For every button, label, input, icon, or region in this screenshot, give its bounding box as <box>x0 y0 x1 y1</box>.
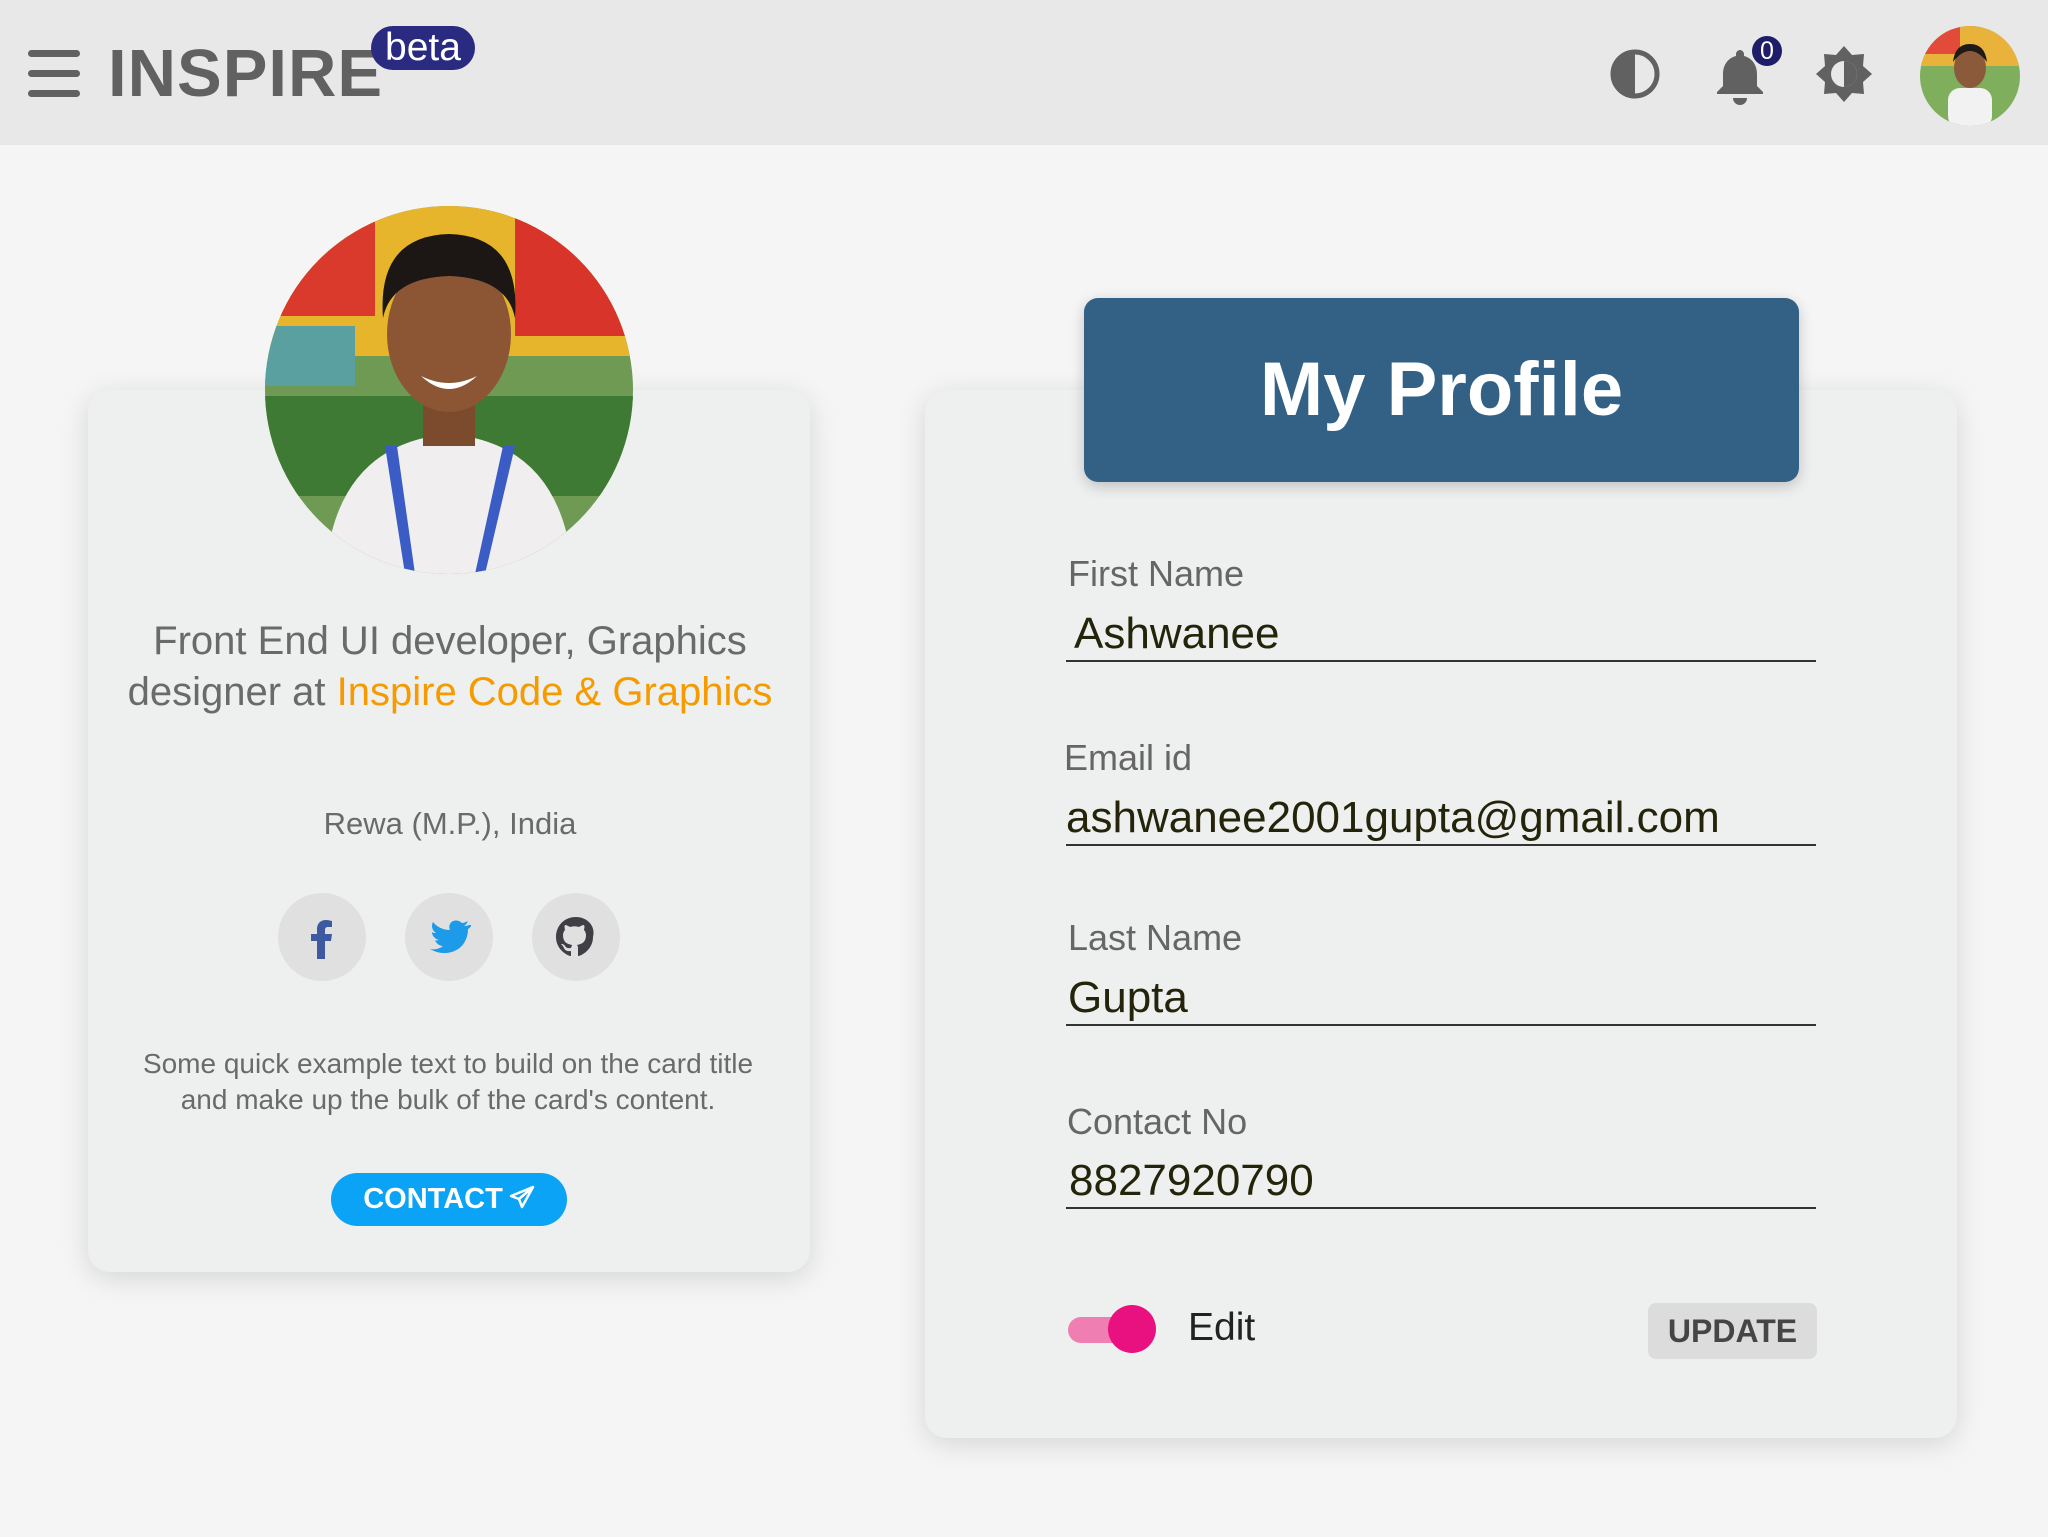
contrast-icon[interactable] <box>1603 42 1667 106</box>
contact-no-field[interactable] <box>1066 1155 1816 1209</box>
last-name-label: Last Name <box>1068 917 1243 958</box>
notification-count-badge: 0 <box>1752 36 1782 66</box>
contact-button[interactable]: CONTACT <box>331 1173 567 1226</box>
menu-icon[interactable] <box>28 50 80 98</box>
location-text: Rewa (M.P.), India <box>323 806 577 841</box>
edit-toggle[interactable] <box>1068 1305 1156 1353</box>
profile-photo <box>265 206 633 574</box>
bio-text: Front End UI developer, Graphics designe… <box>120 616 780 718</box>
update-button[interactable]: UPDATE <box>1648 1303 1817 1359</box>
company-link[interactable]: Inspire Code & Graphics <box>337 670 773 714</box>
profile-form-card <box>925 390 1957 1438</box>
profile-form-title: My Profile <box>1084 298 1799 482</box>
facebook-icon[interactable] <box>278 893 366 981</box>
top-app-bar: INSPIRE beta 0 <box>0 0 2048 145</box>
send-icon <box>509 1185 535 1209</box>
beta-badge: beta <box>371 26 475 70</box>
contact-button-label: CONTACT <box>363 1183 503 1215</box>
first-name-label: First Name <box>1068 553 1245 594</box>
last-name-field[interactable] <box>1066 972 1816 1026</box>
twitter-icon[interactable] <box>405 893 493 981</box>
email-field[interactable] <box>1066 792 1816 846</box>
contact-no-label: Contact No <box>1067 1101 1248 1142</box>
card-blurb: Some quick example text to build on the … <box>142 1048 754 1115</box>
first-name-field[interactable] <box>1066 608 1816 662</box>
github-icon[interactable] <box>532 893 620 981</box>
app-title: INSPIRE <box>108 36 384 111</box>
brightness-icon[interactable] <box>1812 42 1876 106</box>
edit-label: Edit <box>1188 1306 1256 1349</box>
avatar[interactable] <box>1920 26 2020 126</box>
email-label: Email id <box>1064 737 1193 778</box>
